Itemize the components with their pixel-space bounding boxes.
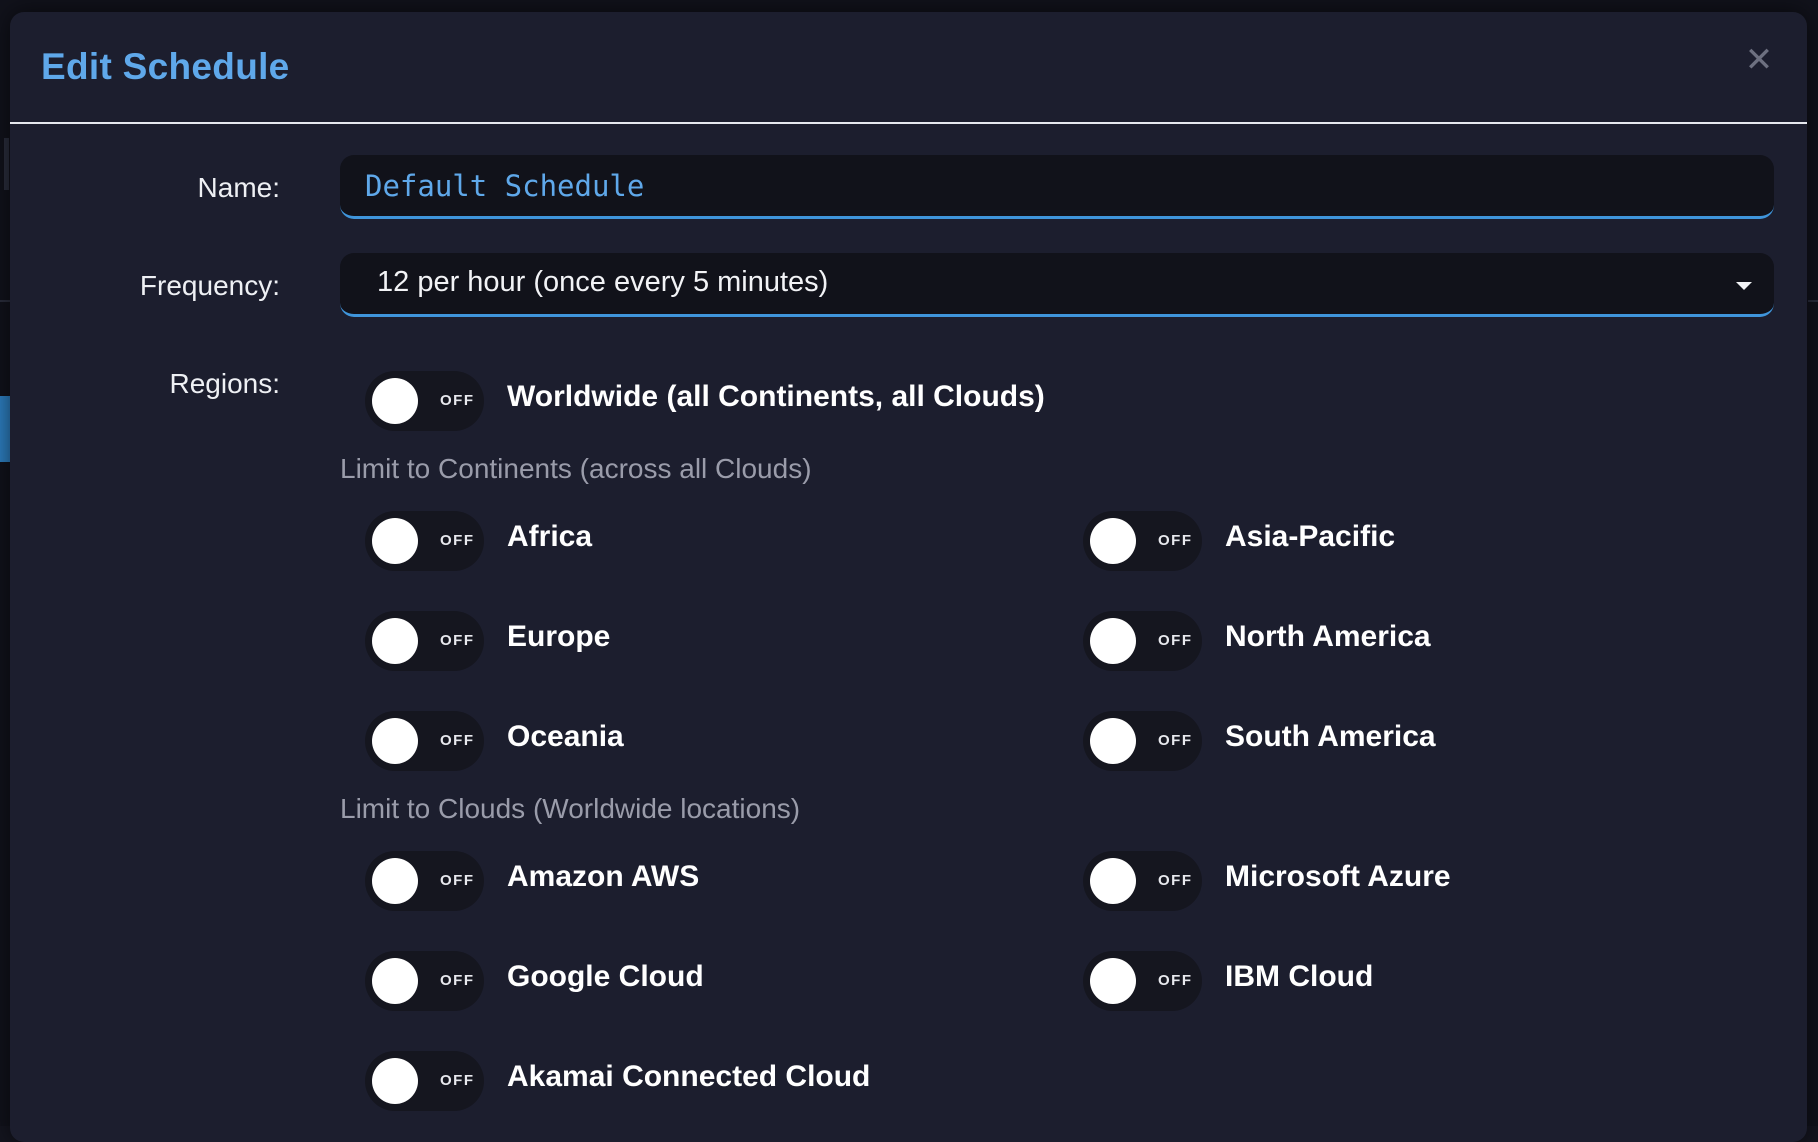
cloud-label: Google Cloud xyxy=(507,960,704,993)
cloud-label: Akamai Connected Cloud xyxy=(507,1060,871,1093)
frequency-select[interactable]: 12 per hour (once every 5 minutes) xyxy=(340,253,1774,317)
continent-label: South America xyxy=(1225,720,1436,753)
toggle-state: OFF xyxy=(440,532,475,549)
toggle-worldwide[interactable]: OFF xyxy=(365,371,484,431)
frequency-selected-value: 12 per hour (once every 5 minutes) xyxy=(377,266,829,298)
name-label: Name: xyxy=(197,172,280,203)
toggle-state: OFF xyxy=(440,632,475,649)
name-field-container xyxy=(340,155,1774,219)
continent-label: North America xyxy=(1225,620,1431,653)
toggle-knob xyxy=(372,958,418,1004)
toggle-knob xyxy=(372,378,418,424)
continent-label: Europe xyxy=(507,620,611,653)
toggle-europe[interactable]: OFF xyxy=(365,611,484,671)
toggle-amazon-aws[interactable]: OFF xyxy=(365,851,484,911)
clouds-heading: Limit to Clouds (Worldwide locations) xyxy=(340,793,801,824)
toggle-knob xyxy=(372,518,418,564)
background-edge xyxy=(4,138,9,190)
toggle-north-america[interactable]: OFF xyxy=(1083,611,1202,671)
toggle-state: OFF xyxy=(1158,732,1193,749)
toggle-microsoft-azure[interactable]: OFF xyxy=(1083,851,1202,911)
close-icon[interactable]: ✕ xyxy=(1741,42,1777,78)
toggle-asia-pacific[interactable]: OFF xyxy=(1083,511,1202,571)
continent-label: Asia-Pacific xyxy=(1225,520,1396,553)
toggle-state: OFF xyxy=(440,392,475,409)
toggle-akamai-connected-cloud[interactable]: OFF xyxy=(365,1051,484,1111)
cloud-label: Microsoft Azure xyxy=(1225,860,1451,893)
toggle-knob xyxy=(372,618,418,664)
toggle-knob xyxy=(1090,718,1136,764)
toggle-knob xyxy=(1090,958,1136,1004)
worldwide-label: Worldwide (all Continents, all Clouds) xyxy=(507,380,1045,413)
frequency-label: Frequency: xyxy=(139,270,280,301)
toggle-state: OFF xyxy=(1158,972,1193,989)
edit-schedule-dialog: Edit Schedule ✕ Name: Frequency: 12 per … xyxy=(10,12,1807,1142)
regions-label: Regions: xyxy=(169,368,280,399)
toggle-ibm-cloud[interactable]: OFF xyxy=(1083,951,1202,1011)
toggle-knob xyxy=(1090,858,1136,904)
continent-label: Africa xyxy=(507,520,593,553)
toggle-knob xyxy=(372,1058,418,1104)
dialog-header: Edit Schedule ✕ xyxy=(10,12,1807,124)
continent-label: Oceania xyxy=(507,720,624,753)
toggle-africa[interactable]: OFF xyxy=(365,511,484,571)
continents-heading: Limit to Continents (across all Clouds) xyxy=(340,453,812,484)
toggle-state: OFF xyxy=(1158,632,1193,649)
toggle-knob xyxy=(372,718,418,764)
toggle-state: OFF xyxy=(1158,532,1193,549)
cloud-label: IBM Cloud xyxy=(1225,960,1374,993)
background-divider xyxy=(0,300,10,302)
toggle-state: OFF xyxy=(1158,872,1193,889)
background-divider-right xyxy=(1808,300,1818,302)
toggle-knob xyxy=(1090,518,1136,564)
cloud-label: Amazon AWS xyxy=(507,860,700,893)
toggle-knob xyxy=(372,858,418,904)
toggle-south-america[interactable]: OFF xyxy=(1083,711,1202,771)
toggle-state: OFF xyxy=(440,872,475,889)
toggle-state: OFF xyxy=(440,1072,475,1089)
toggle-state: OFF xyxy=(440,972,475,989)
toggle-state: OFF xyxy=(440,732,475,749)
toggle-google-cloud[interactable]: OFF xyxy=(365,951,484,1011)
toggle-oceania[interactable]: OFF xyxy=(365,711,484,771)
chevron-down-icon xyxy=(1736,282,1752,290)
background-highlight xyxy=(0,396,10,462)
dialog-title: Edit Schedule xyxy=(41,46,290,87)
toggle-knob xyxy=(1090,618,1136,664)
name-input[interactable] xyxy=(340,155,1774,216)
